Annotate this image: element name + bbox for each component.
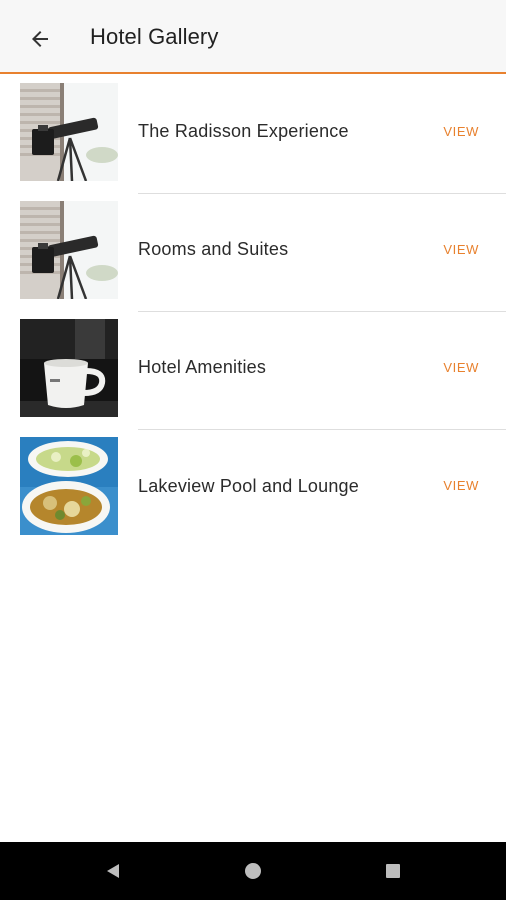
nav-recents-square-icon	[386, 864, 400, 878]
arrow-back-icon	[32, 31, 48, 47]
app-bar: Hotel Gallery	[0, 0, 506, 74]
view-button[interactable]: VIEW	[443, 124, 479, 139]
gallery-list: The Radisson Experience VIEW Rooms and S…	[0, 76, 506, 548]
nav-home-circle-icon	[245, 863, 261, 879]
list-item[interactable]: Hotel Amenities VIEW	[0, 312, 506, 430]
back-button[interactable]	[20, 19, 60, 59]
list-item-label: The Radisson Experience	[138, 121, 349, 141]
list-item-label: Lakeview Pool and Lounge	[138, 476, 359, 496]
food-bowls-thumbnail	[20, 437, 118, 535]
view-button[interactable]: VIEW	[443, 360, 479, 375]
view-button[interactable]: VIEW	[443, 478, 479, 493]
nav-back-button[interactable]	[98, 856, 128, 886]
list-item-label: Rooms and Suites	[138, 239, 289, 259]
list-item-label: Hotel Amenities	[138, 357, 267, 377]
list-item[interactable]: The Radisson Experience VIEW	[0, 76, 506, 194]
page-title: Hotel Gallery	[90, 24, 219, 49]
view-button[interactable]: VIEW	[443, 242, 479, 257]
telescope-thumbnail	[20, 83, 118, 181]
nav-back-triangle-icon	[107, 864, 119, 878]
coffee-cup-thumbnail	[20, 319, 118, 417]
system-nav-bar	[0, 842, 506, 900]
nav-home-button[interactable]	[238, 856, 268, 886]
list-item[interactable]: Lakeview Pool and Lounge VIEW	[0, 430, 506, 548]
list-item[interactable]: Rooms and Suites VIEW	[0, 194, 506, 312]
telescope-thumbnail	[20, 201, 118, 299]
nav-recents-button[interactable]	[378, 856, 408, 886]
